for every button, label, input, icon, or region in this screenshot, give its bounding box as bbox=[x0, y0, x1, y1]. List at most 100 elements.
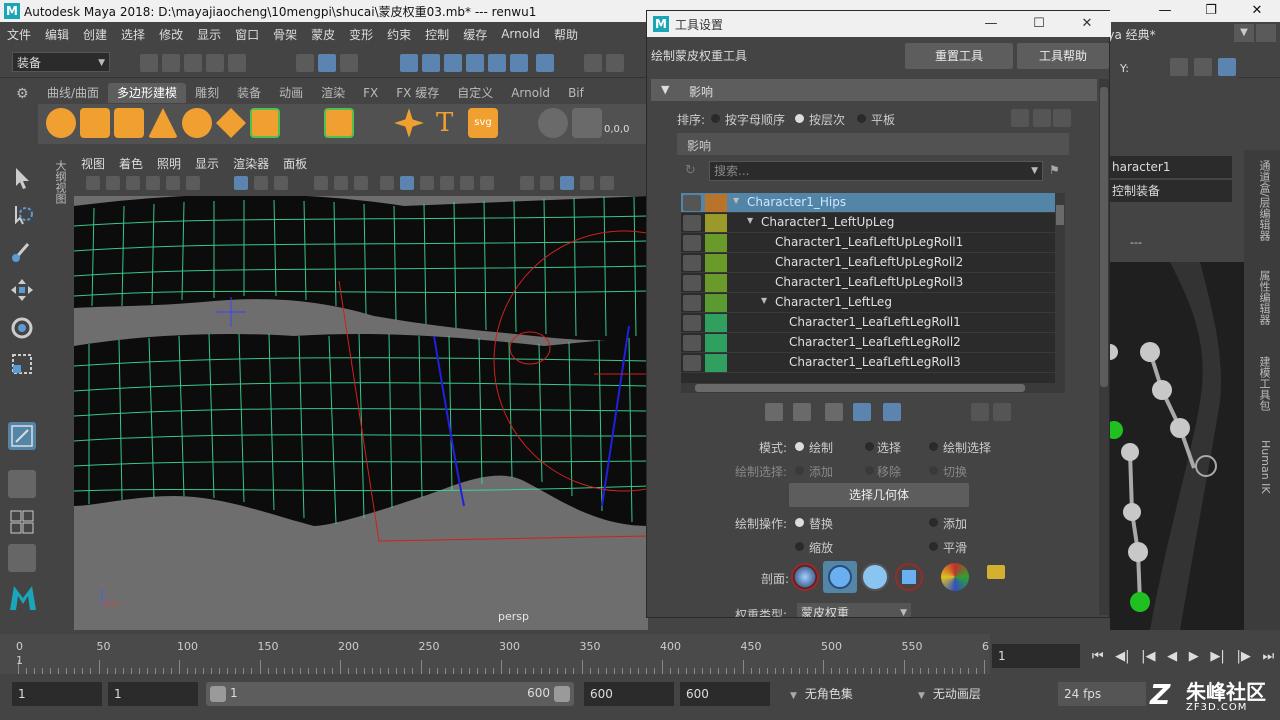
scale-tool-icon[interactable] bbox=[8, 350, 36, 378]
mode-select-radio[interactable] bbox=[865, 442, 874, 451]
menu-control[interactable]: 控制 bbox=[418, 26, 456, 43]
shadows-icon[interactable] bbox=[480, 176, 494, 190]
paint-op-add-radio[interactable] bbox=[929, 518, 938, 527]
redo-icon[interactable] bbox=[228, 54, 246, 72]
menu-arnold[interactable]: Arnold bbox=[494, 27, 547, 41]
influence-row[interactable]: ▼ Character1_Hips bbox=[681, 193, 1055, 213]
anim-layer-dropdown[interactable]: ▼ 无动画层 bbox=[918, 682, 981, 706]
viewport-menu-show[interactable]: 显示 bbox=[188, 155, 226, 172]
select-tool-icon[interactable] bbox=[8, 164, 36, 192]
xray-joints-icon[interactable] bbox=[600, 176, 614, 190]
influence-list-hscroll[interactable] bbox=[681, 383, 1065, 393]
safe-action-icon[interactable] bbox=[354, 176, 368, 190]
grease-pencil-icon[interactable] bbox=[186, 176, 200, 190]
wireframe-icon[interactable] bbox=[380, 176, 394, 190]
single-pane-layout-icon[interactable] bbox=[8, 470, 36, 498]
tool-help-button[interactable]: 工具帮助 bbox=[1017, 43, 1109, 69]
lock-icon[interactable] bbox=[683, 355, 701, 371]
list-view-icon[interactable] bbox=[1033, 109, 1051, 127]
influence-color-swatch[interactable] bbox=[705, 354, 727, 372]
channel-box-icon[interactable] bbox=[1218, 58, 1236, 76]
menu-deform[interactable]: 变形 bbox=[342, 26, 380, 43]
attribute-editor-icon[interactable] bbox=[1194, 58, 1212, 76]
copy-weights-icon[interactable] bbox=[765, 403, 783, 421]
new-scene-icon[interactable] bbox=[140, 54, 158, 72]
paint-op-scale-label[interactable]: 缩放 bbox=[809, 539, 833, 556]
influence-row[interactable]: Character1_LeafLeftLegRoll3 bbox=[681, 353, 1055, 373]
bookmark-icon[interactable] bbox=[126, 176, 140, 190]
isolate-select-icon[interactable] bbox=[560, 176, 574, 190]
move-weights-icon[interactable] bbox=[853, 403, 871, 421]
range-start-handle[interactable] bbox=[210, 686, 226, 702]
poly-cube-icon[interactable] bbox=[80, 108, 110, 138]
influence-row[interactable]: ▼ Character1_LeftLeg bbox=[681, 293, 1055, 313]
weight-hammer-icon[interactable] bbox=[825, 403, 843, 421]
influence-color-swatch[interactable] bbox=[705, 194, 727, 212]
paste-weights-icon[interactable] bbox=[793, 403, 811, 421]
four-pane-layout-icon[interactable] bbox=[8, 508, 36, 536]
minimize-icon[interactable]: — bbox=[1142, 0, 1188, 22]
go-to-end-icon[interactable]: ⏭ bbox=[1262, 649, 1274, 664]
snap-grid-icon[interactable] bbox=[400, 54, 418, 72]
animation-end-field[interactable]: 600 bbox=[680, 682, 770, 706]
paint-op-smooth-radio[interactable] bbox=[929, 542, 938, 551]
sort-hierarchy-label[interactable]: 按层次 bbox=[809, 111, 845, 128]
mode-select-label[interactable]: 选择 bbox=[877, 439, 901, 456]
super-shape-icon[interactable] bbox=[394, 108, 424, 138]
menu-skin[interactable]: 蒙皮 bbox=[304, 26, 342, 43]
profile-square-icon[interactable] bbox=[895, 563, 923, 591]
shelf-tab-arnold[interactable]: Arnold bbox=[502, 83, 559, 103]
sort-alpha-label[interactable]: 按字母顺序 bbox=[725, 111, 785, 128]
tool-settings-maximize-icon[interactable]: ☐ bbox=[1015, 11, 1063, 37]
shelf-tab-rigging[interactable]: 装备 bbox=[228, 83, 270, 103]
weight-type-dropdown[interactable]: 蒙皮权重 ▼ bbox=[797, 603, 911, 617]
mode-paint-label[interactable]: 绘制 bbox=[809, 439, 833, 456]
two-d-pan-icon[interactable] bbox=[166, 176, 180, 190]
viewport-menu-panels[interactable]: 面板 bbox=[276, 155, 314, 172]
lock-icon[interactable] bbox=[683, 215, 701, 231]
influence-color-swatch[interactable] bbox=[705, 334, 727, 352]
ambient-occlusion-icon[interactable] bbox=[520, 176, 534, 190]
sort-flat-label[interactable]: 平板 bbox=[871, 111, 895, 128]
profile-soft-icon[interactable] bbox=[823, 561, 857, 593]
character-set-dropdown[interactable]: ▼ 无角色集 bbox=[790, 682, 853, 706]
pin-icon[interactable]: ⚑ bbox=[1049, 163, 1063, 177]
sort-options-icon[interactable] bbox=[1053, 109, 1071, 127]
list-expand-icon[interactable] bbox=[993, 403, 1011, 421]
menu-set-dropdown[interactable]: 装备 ▼ bbox=[12, 52, 110, 72]
select-geometry-button[interactable]: 选择几何体 bbox=[789, 483, 969, 507]
camera-attributes-icon[interactable] bbox=[106, 176, 120, 190]
playback-start-field[interactable]: 1 bbox=[108, 682, 198, 706]
rig-dropdown[interactable]: 控制装备 bbox=[1110, 180, 1232, 202]
snap-vertex-icon[interactable] bbox=[510, 54, 528, 72]
menu-modify[interactable]: 修改 bbox=[152, 26, 190, 43]
move-tool-icon[interactable] bbox=[8, 276, 36, 304]
lasso-tool-icon[interactable] bbox=[8, 202, 36, 230]
expand-triangle-icon[interactable]: ▼ bbox=[761, 296, 767, 305]
step-forward-frame-icon[interactable]: ▶| bbox=[1210, 649, 1224, 664]
xray-icon[interactable] bbox=[580, 176, 594, 190]
restore-icon[interactable]: ❐ bbox=[1188, 0, 1234, 22]
reset-tool-button[interactable]: 重置工具 bbox=[905, 43, 1013, 69]
tool-settings-vscroll[interactable] bbox=[1099, 79, 1109, 615]
refresh-icon[interactable]: ↻ bbox=[685, 163, 701, 179]
shelf-tab-rendering[interactable]: 渲染 bbox=[312, 83, 354, 103]
tab-channel-box[interactable]: 通道盒/层编辑器 bbox=[1252, 160, 1272, 241]
workspace-options-icon[interactable] bbox=[1256, 24, 1276, 42]
uv-editor-icon[interactable] bbox=[538, 108, 568, 138]
tab-attribute-editor[interactable]: 属性编辑器 bbox=[1252, 270, 1272, 325]
sort-alpha-radio[interactable] bbox=[711, 114, 720, 123]
profile-gaussian-icon[interactable] bbox=[791, 563, 819, 591]
lock-icon[interactable] bbox=[683, 315, 701, 331]
lock-icon[interactable] bbox=[683, 255, 701, 271]
viewport-menu-view[interactable]: 视图 bbox=[74, 155, 112, 172]
image-plane-icon[interactable] bbox=[146, 176, 160, 190]
step-back-key-icon[interactable]: ◀| bbox=[1115, 649, 1129, 664]
influence-row[interactable]: Character1_LeafLeftLegRoll2 bbox=[681, 333, 1055, 353]
select-hierarchy-icon[interactable] bbox=[296, 54, 314, 72]
influence-color-swatch[interactable] bbox=[705, 254, 727, 272]
paint-skin-weights-icon[interactable] bbox=[8, 422, 36, 450]
field-chart-icon[interactable] bbox=[334, 176, 348, 190]
panel-toggle-icon[interactable] bbox=[1170, 58, 1188, 76]
snap-point-icon[interactable] bbox=[444, 54, 462, 72]
